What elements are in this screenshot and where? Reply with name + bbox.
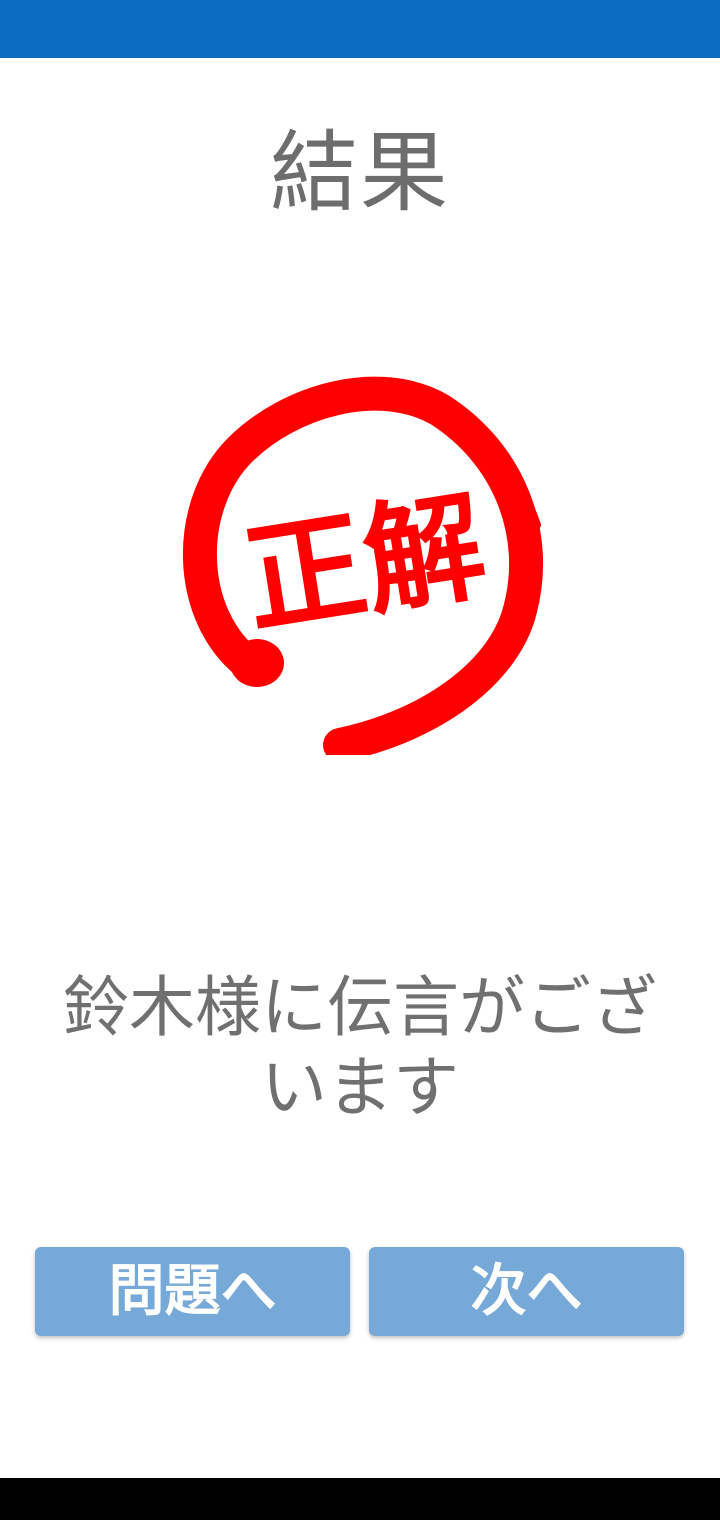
- message-text: 鈴木様に伝言がございます: [63, 969, 657, 1126]
- next-button[interactable]: 次へ: [369, 1247, 684, 1336]
- to-question-button[interactable]: 問題へ: [35, 1247, 350, 1336]
- navigation-bar: [0, 1478, 720, 1520]
- correct-stamp-icon: 正解: [165, 365, 555, 755]
- status-bar: [0, 0, 720, 58]
- page-title: 結果: [269, 121, 450, 224]
- stamp-text: 正解: [236, 477, 495, 652]
- result-screen: 結果 正解 鈴木様に伝言がございます 問題へ 次へ: [0, 0, 720, 1520]
